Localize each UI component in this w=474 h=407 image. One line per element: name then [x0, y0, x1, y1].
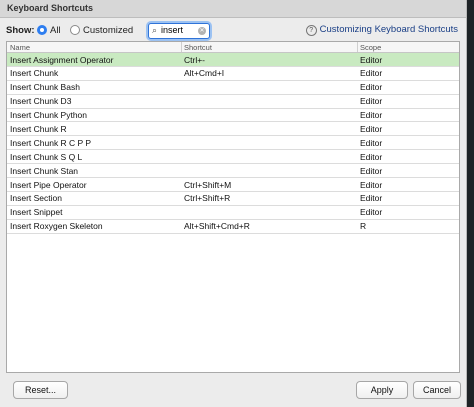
help-icon: ?: [305, 25, 317, 36]
table-row[interactable]: Insert Section Ctrl+Shift+R Editor: [7, 192, 459, 206]
table-row[interactable]: Insert Chunk Alt+Cmd+I Editor: [7, 67, 459, 81]
column-header-name[interactable]: Name: [10, 43, 30, 52]
shortcut-keys[interactable]: Ctrl+Shift+M: [184, 180, 231, 190]
shortcuts-table: Name Shortcut Scope Insert Assignment Op…: [6, 41, 460, 373]
table-row[interactable]: Insert Chunk D3 Editor: [7, 95, 459, 109]
clear-search-icon[interactable]: ✕: [198, 27, 206, 35]
shortcut-scope: Editor: [360, 207, 383, 218]
shortcut-name: Insert Chunk R: [10, 123, 67, 134]
shortcut-name: Insert Chunk D3: [10, 96, 72, 107]
table-row[interactable]: Insert Chunk R Editor: [7, 122, 459, 137]
help-link-label[interactable]: Customizing Keyboard Shortcuts: [320, 24, 458, 35]
apply-button[interactable]: Apply: [356, 381, 408, 399]
shortcut-scope: Editor: [360, 82, 383, 93]
show-label: Show:: [6, 25, 35, 36]
table-row[interactable]: Insert Pipe Operator Ctrl+Shift+M Editor: [7, 178, 459, 192]
keyboard-shortcuts-dialog: Keyboard Shortcuts Show: All Customized …: [0, 0, 467, 407]
shortcut-scope: Editor: [360, 123, 383, 134]
filter-bar: Show: All Customized ⌕ insert ✕ ? Customi…: [6, 22, 458, 40]
shortcut-scope: Editor: [360, 193, 383, 204]
radio-customized-label[interactable]: Customized: [83, 25, 133, 36]
shortcut-name: Insert Chunk Python: [10, 110, 88, 121]
radio-all[interactable]: [37, 25, 47, 35]
shortcut-scope: Editor: [360, 179, 383, 190]
search-input[interactable]: ⌕ insert ✕: [148, 23, 210, 39]
shortcut-name: Insert Chunk Bash: [10, 82, 80, 93]
search-icon: ⌕: [152, 25, 158, 35]
table-row[interactable]: Insert Chunk R C P P Editor: [7, 136, 459, 151]
column-header-scope[interactable]: Scope: [360, 43, 381, 52]
table-header: Name Shortcut Scope: [7, 42, 459, 53]
radio-all-label[interactable]: All: [50, 25, 61, 36]
table-row[interactable]: Insert Chunk S Q L Editor: [7, 150, 459, 165]
table-row[interactable]: Insert Roxygen Skeleton Alt+Shift+Cmd+R R: [7, 220, 459, 234]
shortcut-name: Insert Section: [10, 193, 62, 204]
dialog-title: Keyboard Shortcuts: [0, 0, 466, 18]
table-row[interactable]: Insert Chunk Bash Editor: [7, 81, 459, 95]
shortcut-keys[interactable]: Ctrl+Shift+R: [184, 193, 230, 203]
shortcut-scope: Editor: [360, 165, 383, 176]
shortcut-name: Insert Chunk Stan: [10, 165, 79, 176]
cancel-button[interactable]: Cancel: [413, 381, 461, 399]
column-header-shortcut[interactable]: Shortcut: [184, 43, 212, 52]
table-body: Insert Assignment Operator Ctrl+- Editor In…: [7, 53, 459, 234]
shortcut-keys[interactable]: Ctrl+-: [184, 55, 205, 65]
shortcut-name: Insert Chunk: [10, 68, 59, 79]
help-link[interactable]: ? Customizing Keyboard Shortcuts: [305, 24, 458, 36]
table-row[interactable]: Insert Chunk Stan Editor: [7, 164, 459, 179]
shortcut-scope: R: [360, 221, 367, 232]
shortcut-name: Insert Snippet: [10, 207, 63, 218]
table-row[interactable]: Insert Snippet Editor: [7, 206, 459, 220]
table-row[interactable]: Insert Chunk Python Editor: [7, 109, 459, 123]
radio-customized[interactable]: [70, 25, 80, 35]
shortcut-name: Insert Chunk R C P P: [10, 137, 92, 148]
shortcut-name: Insert Pipe Operator: [10, 179, 87, 190]
shortcut-scope: Editor: [360, 151, 383, 162]
shortcut-name: Insert Assignment Operator: [10, 54, 114, 65]
shortcut-keys[interactable]: Alt+Shift+Cmd+R: [184, 221, 250, 231]
shortcut-scope: Editor: [360, 68, 383, 79]
shortcut-scope: Editor: [360, 137, 383, 148]
shortcut-scope: Editor: [360, 96, 383, 107]
shortcut-name: Insert Roxygen Skeleton: [10, 221, 103, 232]
shortcut-scope: Editor: [360, 54, 383, 65]
search-value[interactable]: insert: [161, 25, 183, 35]
shortcut-name: Insert Chunk S Q L: [10, 151, 83, 162]
reset-button[interactable]: Reset...: [13, 381, 68, 399]
shortcut-keys[interactable]: Alt+Cmd+I: [184, 68, 224, 78]
table-row[interactable]: Insert Assignment Operator Ctrl+- Editor: [7, 53, 459, 67]
shortcut-scope: Editor: [360, 110, 383, 121]
